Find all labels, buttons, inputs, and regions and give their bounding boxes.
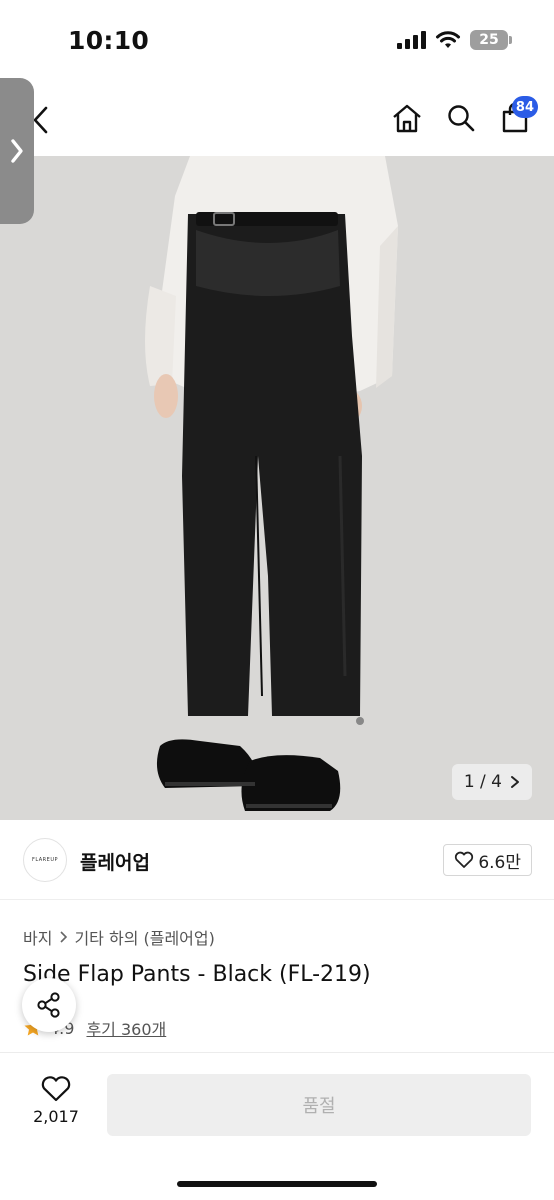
product-image[interactable]: 1 / 4 [0,156,554,820]
review-link[interactable]: 후기 360개 [86,1016,166,1040]
heart-icon [455,851,474,868]
brand-like-count: 6.6만 [478,852,521,873]
image-counter-text: 1 / 4 [463,772,502,792]
share-button[interactable] [22,978,76,1032]
home-icon [393,104,421,133]
brand-logo[interactable]: FLAREUP [23,838,67,882]
home-indicator [177,1181,377,1187]
wishlist-count: 2,017 [33,1107,79,1126]
heart-icon [41,1076,71,1102]
breadcrumb-item-subcategory[interactable]: 기타 하의 (플레어업) [74,925,214,949]
chevron-right-icon [511,776,519,788]
status-icons: 25 [397,30,512,50]
home-button[interactable] [390,98,424,138]
nav-actions: 84 [390,96,538,138]
side-panel-tab[interactable] [0,78,34,224]
product-photo [0,156,554,820]
wifi-icon [436,31,460,48]
chevron-right-icon [60,931,68,943]
cart-button[interactable]: 84 [498,96,538,138]
product-title: Side Flap Pants - Black (FL-219) [23,962,371,987]
brand-row: FLAREUP 플레어업 6.6만 [0,820,554,900]
cart-count-badge: 84 [511,96,538,118]
status-time: 10:10 [68,26,150,55]
breadcrumb: 바지 기타 하의 (플레어업) [23,925,215,949]
signal-icon [397,31,426,49]
brand-like-button[interactable]: 6.6만 [443,844,532,876]
chevron-right-icon [11,139,23,163]
bottom-action-bar: 2,017 품절 [0,1052,554,1200]
brand-logo-text: FLAREUP [31,857,58,863]
search-button[interactable] [444,98,478,138]
wishlist-button[interactable]: 2,017 [26,1075,86,1126]
battery-icon: 25 [470,30,512,50]
status-bar: 10:10 25 [0,0,554,84]
top-nav: 84 [0,84,554,156]
image-counter[interactable]: 1 / 4 [451,764,532,800]
brand-name[interactable]: 플레어업 [80,848,150,875]
battery-level: 25 [479,32,499,48]
breadcrumb-item-category[interactable]: 바지 [23,925,52,949]
share-icon [37,992,60,1018]
sold-out-button[interactable]: 품절 [107,1074,531,1136]
search-icon [448,105,475,132]
